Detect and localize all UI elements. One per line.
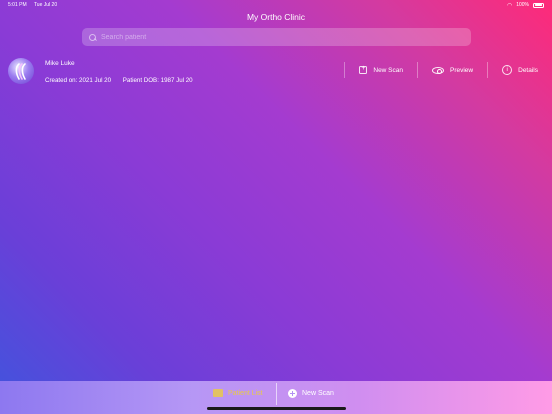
battery-percent: 100% xyxy=(516,2,529,8)
details-label: Details xyxy=(518,66,538,74)
info-icon: i xyxy=(502,65,513,75)
battery-icon xyxy=(533,2,544,8)
search-icon xyxy=(88,33,97,42)
status-time: 5:01 PM xyxy=(8,2,27,8)
patient-actions: New Scan Preview i Details xyxy=(344,60,552,80)
search-bar[interactable] xyxy=(82,28,471,46)
add-circle-icon xyxy=(288,388,297,398)
page-title: My Ortho Clinic xyxy=(246,12,306,22)
new-scan-button[interactable]: New Scan xyxy=(345,65,417,74)
new-scan-label: New Scan xyxy=(373,66,403,74)
preview-button[interactable]: Preview xyxy=(418,66,487,74)
patient-created: Created on: 2021 Jul 20 xyxy=(45,77,112,84)
new-scan-icon xyxy=(359,65,368,74)
details-button[interactable]: i Details xyxy=(488,65,552,75)
search-input[interactable] xyxy=(101,33,461,41)
status-bar: 5:01 PM Tue Jul 20 ◠ 100% xyxy=(0,0,552,10)
patient-dob: Patient DOB: 1987 Jul 20 xyxy=(122,77,193,84)
preview-label: Preview xyxy=(450,66,474,74)
patient-name: Mike Luke xyxy=(45,60,75,67)
tab-new-scan[interactable]: New Scan xyxy=(288,381,334,405)
patient-row[interactable]: Mike Luke Created on: 2021 Jul 20 Patien… xyxy=(0,56,552,90)
tab-patient-list[interactable]: Patient List xyxy=(213,381,263,405)
tab-new-scan-label: New Scan xyxy=(302,389,334,397)
tab-divider xyxy=(276,383,277,405)
patient-avatar-icon xyxy=(8,58,34,84)
status-date: Tue Jul 20 xyxy=(33,2,58,8)
eye-icon xyxy=(432,66,444,74)
home-indicator[interactable] xyxy=(207,407,346,410)
patient-meta: Created on: 2021 Jul 20 Patient DOB: 198… xyxy=(45,77,203,84)
folder-icon xyxy=(213,389,223,397)
tab-patient-list-label: Patient List xyxy=(228,389,263,397)
wifi-icon: ◠ xyxy=(506,2,513,9)
